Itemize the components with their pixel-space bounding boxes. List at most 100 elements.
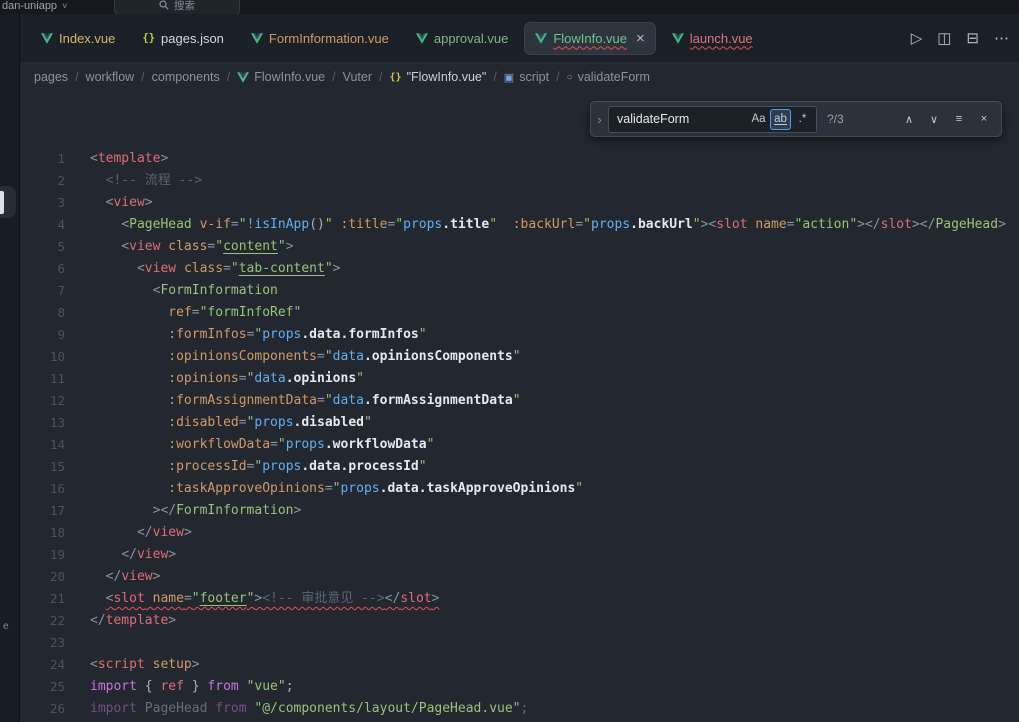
breadcrumb-item[interactable]: Vuter [343,70,372,84]
title-bar: dan-uniapp ˅ 搜索 [0,0,1019,14]
code-line[interactable]: 1<template> [0,148,1019,170]
code-token: class [168,239,207,254]
editor: › Aaab.* ?/3 ∧∨≡× 1<template>2 <!-- 流程 -… [0,92,1019,722]
code-token: > [294,503,302,518]
code-token: " [427,437,435,452]
tab-Index.vue[interactable]: Index.vue [30,22,126,55]
tab-pages.json[interactable]: {}pages.json [131,22,235,55]
tab-list: Index.vue{}pages.jsonFormInformation.vue… [30,14,764,62]
run-button[interactable]: ▷ [911,29,923,47]
breadcrumb-item[interactable]: ○validateForm [567,70,650,84]
code-line[interactable]: 8 ref="formInfoRef" [0,302,1019,324]
code-line[interactable]: 26import PageHead from "@/components/lay… [0,698,1019,720]
next-match-button[interactable]: ∨ [923,108,945,130]
code-token [90,283,153,298]
code-token: :disabled [168,415,238,430]
code-line-content: ref="formInfoRef" [65,302,301,324]
code-token: </ [106,569,122,584]
layout-button[interactable]: ⊟ [966,29,979,47]
tab-approval.vue[interactable]: approval.vue [405,22,519,55]
code-line[interactable]: 25import { ref } from "vue"; [0,676,1019,698]
breadcrumb-item[interactable]: components [152,70,220,84]
code-line[interactable]: 22</template> [0,610,1019,632]
code-line[interactable]: 3 <view> [0,192,1019,214]
code-line[interactable]: 2 <!-- 流程 --> [0,170,1019,192]
code-line[interactable]: 23 [0,632,1019,654]
code-token: view [129,239,160,254]
code-line[interactable]: 20 </view> [0,566,1019,588]
code-token: ></ [153,503,176,518]
breadcrumb-item[interactable]: ▣script [504,70,549,84]
code-line[interactable]: 24<script setup> [0,654,1019,676]
code-token [90,591,106,606]
code-token: slot [400,591,431,606]
tab-launch.vue[interactable]: launch.vue [661,22,764,55]
code-token: " [364,415,372,430]
code-token: = [787,217,795,232]
tab-label: FlowInfo.vue [553,31,627,46]
code-line[interactable]: 14 :workflowData="props.workflowData" [0,434,1019,456]
code-token: " [215,239,223,254]
breadcrumb-item[interactable]: pages [34,70,68,84]
breadcrumb-item[interactable]: workflow [86,70,135,84]
code-token: = [575,217,583,232]
code-area: 1<template>2 <!-- 流程 -->3 <view>4 <PageH… [0,92,1019,720]
breadcrumb-item[interactable]: {}"FlowInfo.vue" [390,70,487,84]
code-token: class [184,261,223,276]
code-token: props [591,217,630,232]
code-line-content: :formInfos="props.data.formInfos" [65,324,427,346]
workspace-menu[interactable]: dan-uniapp ˅ [2,0,67,14]
code-line[interactable]: 11 :opinions="data.opinions" [0,368,1019,390]
code-line[interactable]: 7 <FormInformation [0,280,1019,302]
code-line-content: import { ref } from "vue"; [65,676,294,698]
breadcrumb-item[interactable]: FlowInfo.vue [237,70,325,84]
match-case-toggle[interactable]: Aa [748,109,769,130]
close-tab-icon[interactable]: × [636,31,645,46]
use-regex-toggle[interactable]: .* [792,109,813,130]
code-token [90,415,168,430]
previous-match-button[interactable]: ∧ [898,108,920,130]
close-find-button[interactable]: × [973,108,995,130]
code-token: .formAssignmentData [364,393,513,408]
code-line[interactable]: 10 :opinionsComponents="data.opinionsCom… [0,346,1019,368]
code-line[interactable]: 21 <slot name="footer"><!-- 审批意见 --></sl… [0,588,1019,610]
code-line[interactable]: 18 </view> [0,522,1019,544]
code-line[interactable]: 6 <view class="tab-content"> [0,258,1019,280]
code-line[interactable]: 17 ></FormInformation> [0,500,1019,522]
more-actions-button[interactable]: ⋯ [994,29,1009,47]
find-expand-toggle[interactable]: › [591,102,608,136]
workspace-label: dan-uniapp [2,0,57,12]
code-token: < [121,217,129,232]
code-token: import [90,679,137,694]
code-line-content: <view> [65,192,153,214]
code-token: ; [521,701,529,716]
whole-word-toggle[interactable]: ab [770,109,791,130]
code-line[interactable]: 9 :formInfos="props.data.formInfos" [0,324,1019,346]
code-token: view [153,525,184,540]
code-token [90,481,168,496]
code-line[interactable]: 13 :disabled="props.disabled" [0,412,1019,434]
code-token: < [90,657,98,672]
split-editor-button[interactable]: ◫ [937,29,951,47]
code-token: = [239,415,247,430]
code-token: data [333,349,364,364]
code-line[interactable]: 15 :processId="props.data.processId" [0,456,1019,478]
command-center-search[interactable]: 搜索 [114,0,240,14]
code-line[interactable]: 12 :formAssignmentData="data.formAssignm… [0,390,1019,412]
vue-logo-icon [672,33,684,44]
code-token: > [432,591,440,606]
code-token [239,679,247,694]
code-token: props [262,327,301,342]
breadcrumb-separator: / [75,70,78,84]
find-input[interactable] [611,112,747,126]
code-token: .title [442,217,489,232]
code-line[interactable]: 16 :taskApproveOpinions="props.data.task… [0,478,1019,500]
tab-FormInformation.vue[interactable]: FormInformation.vue [240,22,400,55]
breadcrumb-label: pages [34,70,68,84]
tab-FlowInfo.vue[interactable]: FlowInfo.vue × [524,22,655,55]
code-line[interactable]: 5 <view class="content"> [0,236,1019,258]
find-in-selection-button[interactable]: ≡ [948,108,970,130]
vue-logo-icon [535,33,547,44]
code-line[interactable]: 4 <PageHead v-if="!isInApp()" :title="pr… [0,214,1019,236]
code-line[interactable]: 19 </view> [0,544,1019,566]
